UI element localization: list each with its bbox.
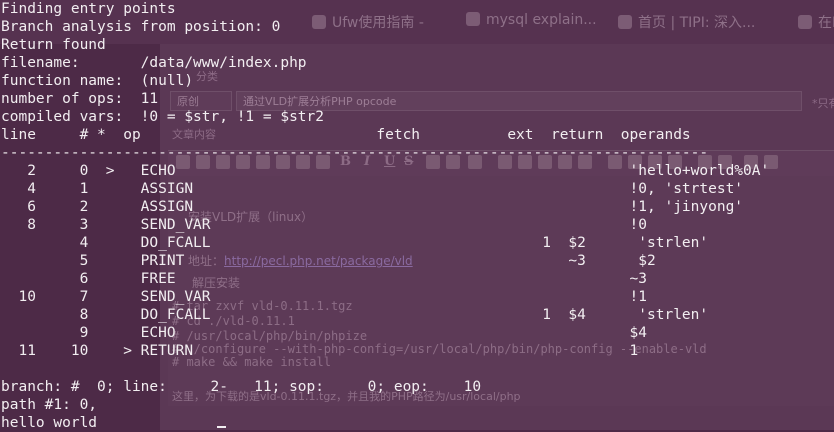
opcode-row: 6 2 ASSIGN !1, 'jinyong' [1, 199, 744, 215]
terminal-line: compiled vars: !0 = $str, !1 = $str2 [1, 109, 325, 125]
terminal-line: function name: (null) [1, 73, 194, 89]
terminal-line: filename: /data/www/index.php [1, 55, 307, 71]
browser-tab[interactable]: 在PHP [798, 12, 834, 34]
required-note: *只有 [812, 97, 834, 110]
opcode-table-divider: ----------------------------------------… [1, 145, 709, 161]
terminal-line: Finding entry points [1, 1, 176, 17]
path-info-line: path #1: 0, [1, 397, 98, 413]
branch-info-line: branch: # 0; line: 2- 11; sop: 0; eop: 1… [1, 379, 482, 395]
opcode-row: 2 0 > ECHO 'hello+world%0A' [1, 163, 770, 179]
terminal-line: Branch analysis from position: 0 [1, 19, 281, 35]
opcode-row: 5 PRINT ~3 $2 [1, 253, 656, 269]
terminal-line: Return found [1, 37, 106, 53]
terminal-line: number of ops: 11 [1, 91, 159, 107]
opcode-row: 8 3 SEND_VAR !0 [1, 217, 648, 233]
opcode-table-header: line # * op fetch ext return operands [1, 127, 691, 143]
opcode-row: 9 ECHO $4 [1, 325, 648, 341]
opcode-row: 6 FREE ~3 [1, 271, 648, 287]
opcode-row: 11 10 > RETURN 1 [1, 343, 639, 359]
opcode-row: 10 7 SEND_VAR !1 [1, 289, 648, 305]
opcode-row: 4 1 ASSIGN !0, 'strtest' [1, 181, 744, 197]
terminal-cursor [217, 426, 226, 428]
terminal-output: Finding entry points Branch analysis from… [1, 0, 769, 432]
opcode-row: 4 DO_FCALL 1 $2 'strlen' [1, 235, 709, 251]
opcode-row: 8 DO_FCALL 1 $4 'strlen' [1, 307, 709, 323]
program-output-line: hello world [1, 415, 98, 431]
favicon-icon [798, 15, 812, 29]
